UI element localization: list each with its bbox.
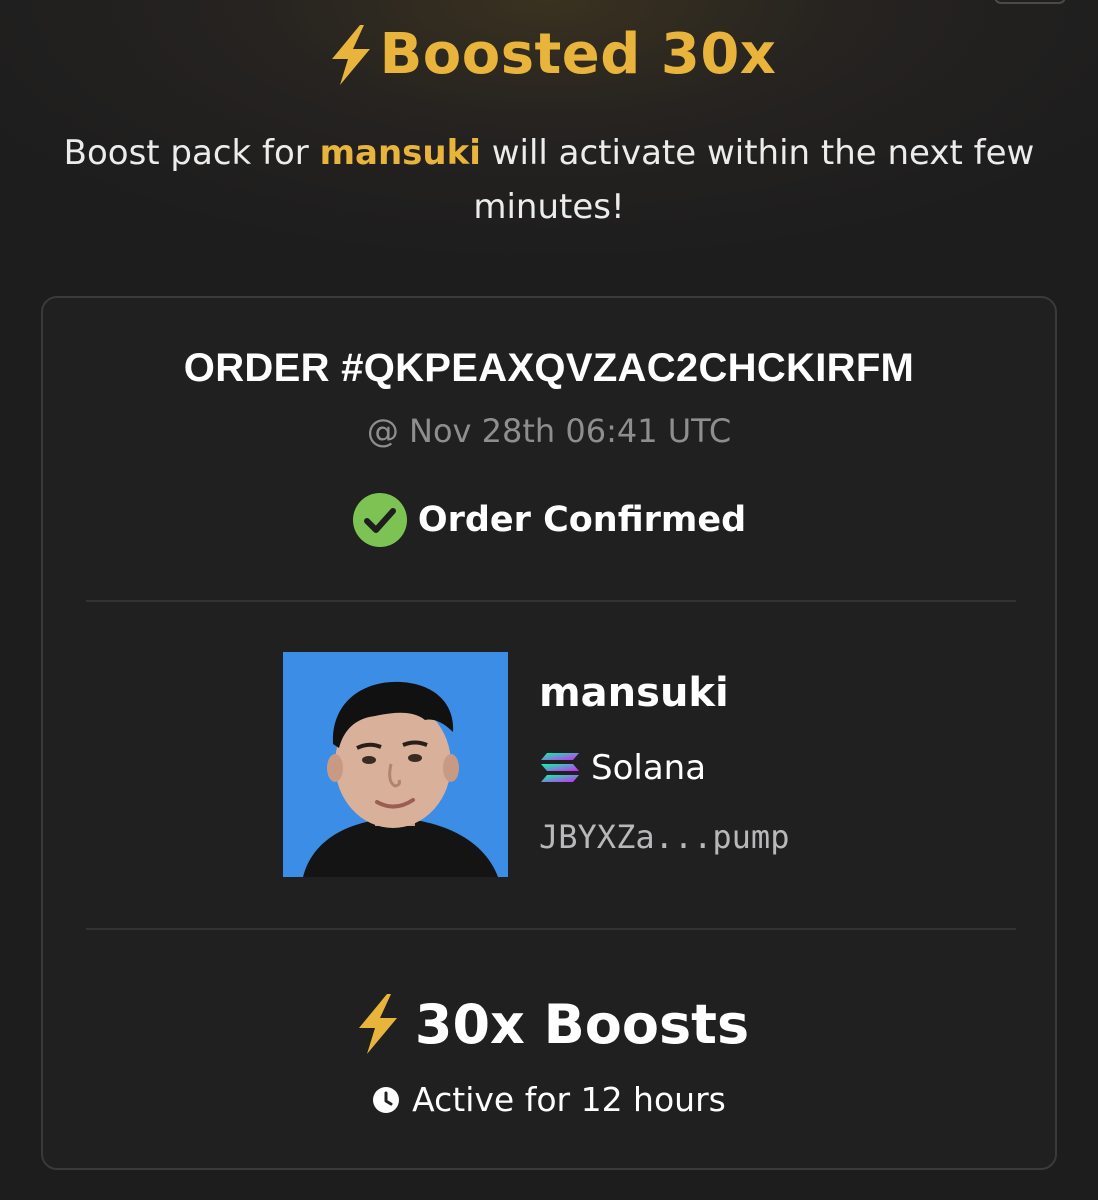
order-card: ORDER #QKPEAXQVZAC2CHCKIRFM @ Nov 28th 0… [41,296,1057,1170]
lightning-bolt-icon [331,24,370,85]
token-avatar [283,652,508,877]
order-status: Order Confirmed [43,492,1055,548]
boost-count: 30x Boosts [414,992,750,1056]
lightning-bolt-icon [358,994,397,1054]
boost-duration-text: Active for 12 hours [412,1080,726,1119]
top-right-button[interactable] [994,0,1066,4]
activation-message-token: mansuki [319,133,481,173]
divider [86,928,1016,930]
activation-message-suffix: will activate within the next few minute… [473,133,1035,227]
chain-name: Solana [591,748,707,788]
token-name: mansuki [539,670,729,716]
token-info[interactable]: mansuki Solana JBYXZa...pump [283,652,883,878]
page-title-text: Boosted 30x [379,22,777,87]
divider [86,600,1016,602]
solana-icon [541,753,579,782]
check-circle-icon [352,493,407,547]
page-title: Boosted 30x [0,22,1098,87]
boost-summary: 30x Boosts [43,992,1055,1056]
order-id: ORDER #QKPEAXQVZAC2CHCKIRFM [183,346,915,390]
avatar-image [283,652,508,877]
token-chain: Solana [539,748,706,788]
order-status-text: Order Confirmed [417,500,747,540]
boost-duration: Active for 12 hours [43,1080,1055,1119]
activation-message: Boost pack for mansuki will activate wit… [40,126,1058,234]
activation-message-prefix: Boost pack for [63,133,320,173]
clock-icon [373,1086,400,1113]
token-address[interactable]: JBYXZa...pump [539,818,789,856]
order-timestamp: @ Nov 28th 06:41 UTC [366,412,732,450]
